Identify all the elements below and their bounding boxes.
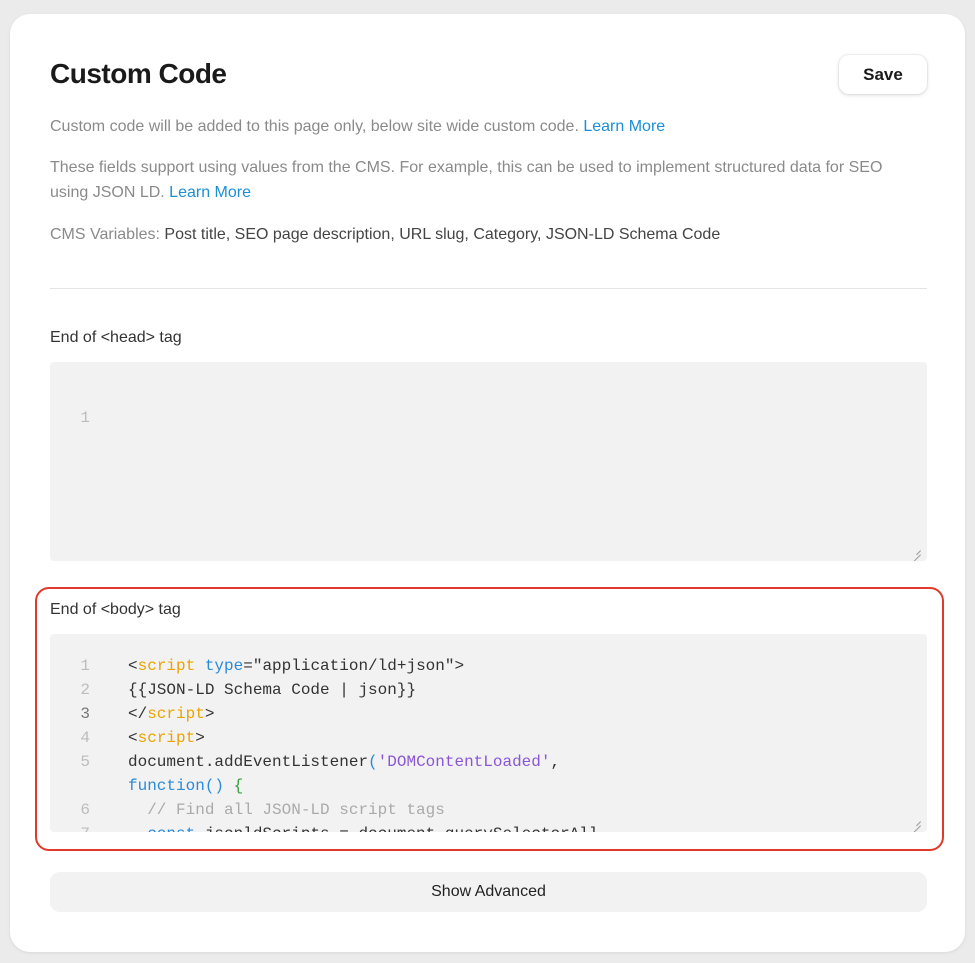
body-tag-label: End of <body> tag	[50, 601, 181, 618]
code-token: ,	[550, 753, 561, 771]
head-code-editor[interactable]: 1	[50, 362, 927, 561]
code-token: script	[147, 705, 205, 723]
code-text: <script>	[128, 726, 205, 750]
code-token: const	[147, 825, 195, 832]
code-text: document.addEventListener('DOMContentLoa…	[128, 750, 560, 774]
page-title: Custom Code	[50, 58, 227, 89]
code-text: function() {	[128, 774, 243, 798]
resize-handle-icon[interactable]	[911, 545, 921, 555]
code-token: jsonldScripts = document.querySelectorAl…	[195, 825, 599, 832]
code-token: <	[128, 729, 138, 747]
code-token: </	[128, 705, 148, 723]
cms-variables-list: Post title, SEO page description, URL sl…	[164, 226, 721, 243]
description-line-1: Custom code will be added to this page o…	[50, 114, 920, 139]
code-text: {{JSON-LD Schema Code | json}}	[128, 678, 416, 702]
code-text: // Find all JSON-LD script tags	[128, 798, 445, 822]
custom-code-panel: Custom Code Save Custom code will be add…	[10, 14, 965, 952]
code-token: function	[128, 777, 205, 795]
line-number: 7	[50, 822, 90, 832]
code-token: 'DOMContentLoaded'	[377, 753, 551, 771]
code-token: script	[137, 657, 196, 675]
code-token: (	[368, 753, 378, 771]
learn-more-link[interactable]: Learn More	[169, 184, 251, 201]
show-advanced-button[interactable]: Show Advanced	[50, 872, 927, 912]
line-number: 3	[80, 705, 90, 723]
learn-more-link[interactable]: Learn More	[583, 118, 665, 135]
line-number: 6	[80, 801, 90, 819]
line-number: 4	[80, 729, 90, 747]
save-button[interactable]: Save	[839, 55, 927, 94]
cms-variables: CMS Variables: Post title, SEO page desc…	[50, 222, 920, 247]
head-tag-label: End of <head> tag	[50, 329, 182, 346]
code-token: >	[195, 729, 205, 747]
code-text: const jsonldScripts = document.querySele…	[128, 822, 598, 832]
code-token: ()	[204, 777, 225, 795]
description-line-2: These fields support using values from t…	[50, 155, 920, 205]
description-text: Custom code will be added to this page o…	[50, 118, 579, 135]
code-token: ="application/ld+json">	[243, 657, 465, 675]
line-number: 1	[80, 409, 90, 427]
resize-handle-icon[interactable]	[911, 816, 921, 826]
body-code-editor[interactable]: 1 <script type="application/ld+json"> 2 {{J…	[50, 634, 927, 832]
code-token: // Find all JSON-LD script tags	[147, 801, 445, 819]
code-line: 1	[50, 382, 108, 427]
line-number: 5	[80, 753, 90, 771]
code-token: type	[204, 657, 244, 675]
code-token: {	[233, 777, 244, 795]
code-token: document.addEventListener	[128, 753, 369, 771]
cms-variables-label: CMS Variables:	[50, 226, 160, 243]
code-text: </script>	[128, 702, 214, 726]
code-text: <script type="application/ld+json">	[128, 654, 464, 678]
code-token: {{JSON-LD Schema Code | json}}	[128, 681, 417, 699]
line-number: 2	[80, 681, 90, 699]
code-token: >	[204, 705, 215, 723]
code-token: script	[137, 729, 196, 747]
line-number: 1	[80, 657, 90, 675]
code-token: <	[128, 657, 138, 675]
divider	[50, 288, 927, 289]
